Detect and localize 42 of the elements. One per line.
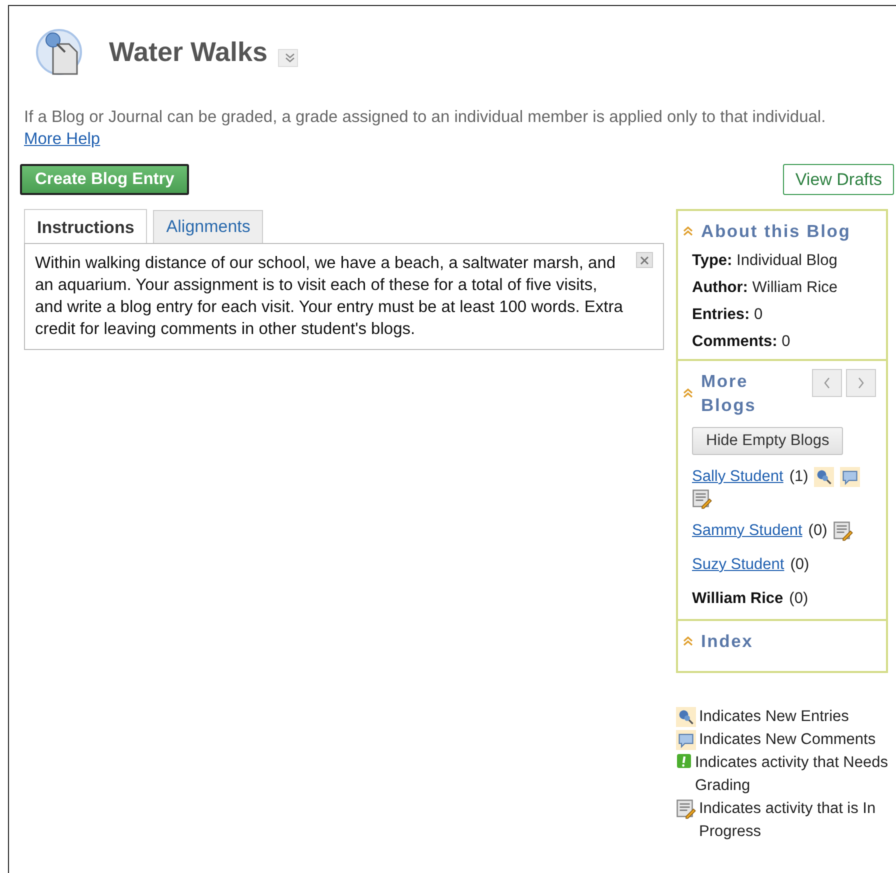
collapse-icon[interactable] bbox=[683, 388, 693, 398]
next-button[interactable] bbox=[846, 369, 876, 397]
previous-button[interactable] bbox=[812, 369, 842, 397]
right-chevron-icon bbox=[857, 377, 865, 389]
tab[interactable]: Instructions bbox=[24, 209, 148, 244]
blog-info-text: Type: Individual Blog bbox=[692, 252, 838, 270]
blog-info-text: Entries: 0 bbox=[692, 306, 764, 324]
double-chevron-icon bbox=[284, 53, 295, 63]
speech-bubble-icon bbox=[676, 730, 696, 750]
exclamation-icon bbox=[676, 753, 692, 769]
section-heading: About this Blog bbox=[701, 220, 851, 243]
legend-text: Indicates New Comments bbox=[699, 730, 877, 750]
close-icon bbox=[640, 256, 649, 264]
help-text: If a Blog or Journal can be graded, a grade assigned to an individual member is applied only to that individual. More Help bbox=[24, 107, 827, 150]
blog-owner-name: William Rice bbox=[692, 589, 784, 609]
blog-link[interactable]: Sammy Student bbox=[692, 519, 802, 543]
options-menu-button[interactable] bbox=[278, 49, 298, 67]
legend-text: Indicates New Entries bbox=[699, 707, 850, 727]
blog-title: Water Walks bbox=[109, 36, 268, 68]
entry-count: (1) bbox=[789, 467, 808, 487]
tab[interactable]: Alignments bbox=[153, 210, 264, 243]
close-button[interactable] bbox=[636, 252, 653, 268]
legend-text: Indicates activity that Needs Grading bbox=[695, 753, 889, 796]
collapse-icon[interactable] bbox=[683, 636, 693, 646]
section-heading: More Blogs bbox=[701, 370, 758, 417]
legend-text: Indicates activity that is In Progress bbox=[699, 799, 877, 842]
blog-link[interactable]: Suzy Student bbox=[692, 553, 784, 577]
left-chevron-icon bbox=[823, 377, 831, 389]
pencil-document-icon bbox=[676, 799, 696, 819]
view-drafts-button[interactable]: View Drafts bbox=[783, 164, 894, 195]
more-help-link[interactable]: More Help bbox=[24, 130, 100, 148]
entry-count: (0) bbox=[790, 555, 810, 575]
blog-info-text: Author: William Rice bbox=[692, 279, 839, 297]
blog-link[interactable]: Sally Student bbox=[692, 465, 784, 489]
collapse-icon[interactable] bbox=[683, 226, 693, 236]
section-heading: Index bbox=[701, 630, 754, 653]
hide-empty-blogs-button[interactable]: Hide Empty Blogs bbox=[692, 427, 844, 455]
pushpin-icon bbox=[676, 707, 696, 727]
blog-info-text: Comments: 0 bbox=[692, 333, 792, 351]
entry-count: (0) bbox=[789, 589, 808, 609]
entry-count: (0) bbox=[808, 521, 828, 541]
instructions-text: Within walking distance of our school, we have a beach, a saltwater marsh, and an aquarium. Your assignment is to visit each of these for a total of five visits, and write a blog entry for each visit. Your entry must be at least 100 words. Extra credit for leaving comments in other student's blogs. bbox=[35, 254, 623, 338]
